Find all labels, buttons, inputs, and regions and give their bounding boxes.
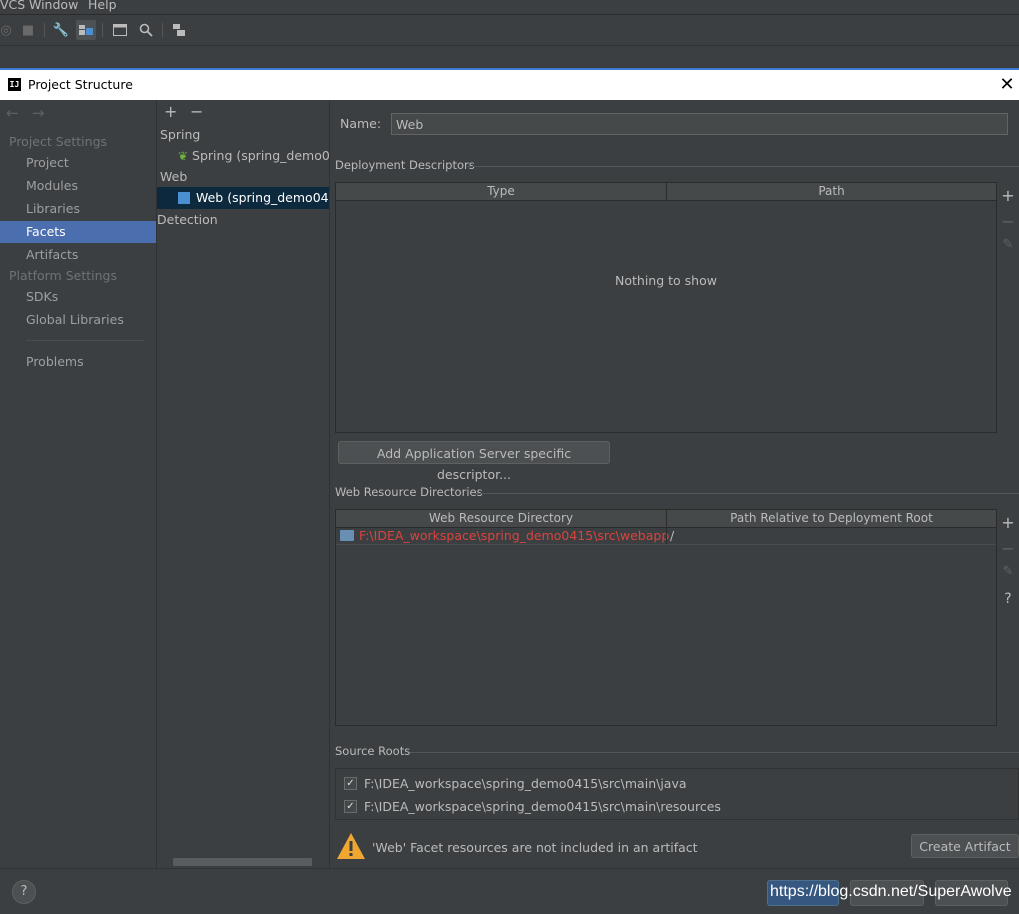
empty-table-text: Nothing to show <box>615 273 717 288</box>
watermark-text: https://blog.csdn.net/SuperAwolve <box>770 883 1012 900</box>
sidebar-item-modules[interactable]: Modules <box>0 175 156 197</box>
source-roots-title: Source Roots <box>335 744 411 758</box>
add-facet-button[interactable]: + <box>164 102 177 121</box>
menu-window[interactable]: Window <box>29 0 78 12</box>
menu-vcs[interactable]: VCS <box>0 0 25 12</box>
name-field[interactable] <box>391 113 1008 135</box>
help-question-icon[interactable]: ? <box>1001 591 1015 607</box>
column-type[interactable]: Type <box>336 183 667 200</box>
web-resource-directories-table[interactable]: Web Resource Directory Path Relative to … <box>335 509 997 726</box>
sidebar-item-artifacts[interactable]: Artifacts <box>0 244 156 266</box>
menu-bar: VCS Window Help <box>0 0 1019 14</box>
sidebar-item-global-libraries[interactable]: Global Libraries <box>0 309 156 331</box>
project-structure-icon[interactable] <box>76 20 96 40</box>
tree-item-detection[interactable]: Detection <box>157 209 329 231</box>
tree-item-web-facet[interactable]: Web (spring_demo0415 <box>157 187 329 209</box>
stop-icon[interactable]: ■ <box>18 20 38 40</box>
terminal-icon[interactable] <box>110 20 130 40</box>
resource-dirs-toolbar: + − ✎ ? <box>997 509 1019 726</box>
column-web-resource-directory[interactable]: Web Resource Directory <box>336 510 667 527</box>
table-header: Web Resource Directory Path Relative to … <box>336 510 996 528</box>
run-icon[interactable]: ◎ <box>0 20 16 40</box>
deployment-descriptors-title: Deployment Descriptors <box>335 158 475 172</box>
sidebar-item-project[interactable]: Project <box>0 152 156 174</box>
warning-icon <box>336 832 366 863</box>
relative-path-value[interactable]: / <box>670 528 674 543</box>
wrench-icon[interactable]: 🔧 <box>51 20 71 40</box>
section-divider <box>410 752 1019 753</box>
sidebar-item-problems[interactable]: Problems <box>0 351 156 373</box>
sidebar-item-sdks[interactable]: SDKs <box>0 286 156 308</box>
help-button[interactable]: ? <box>12 880 36 904</box>
project-settings-header: Project Settings <box>9 134 108 149</box>
spring-leaf-icon: ❦ <box>178 149 189 163</box>
name-label: Name: <box>340 116 382 131</box>
tree-item-label: Spring (spring_demo04 <box>192 148 329 163</box>
warning-text: 'Web' Facet resources are not included i… <box>372 840 698 855</box>
source-root-path: F:\IDEA_workspace\spring_demo0415\src\ma… <box>364 799 721 814</box>
search-icon[interactable] <box>136 20 156 40</box>
deployment-descriptors-table[interactable]: Type Path Nothing to show <box>335 182 997 433</box>
descriptor-toolbar: + − ✎ <box>997 182 1019 433</box>
source-root-checkbox[interactable]: ✓ <box>344 777 357 790</box>
cell-divider <box>666 528 667 544</box>
tree-item-spring-facet[interactable]: ❦ Spring (spring_demo04 <box>157 145 329 167</box>
web-facet-icon <box>178 192 190 204</box>
section-divider <box>474 493 1019 494</box>
forward-arrow-icon[interactable]: → <box>32 104 45 122</box>
create-artifact-button[interactable]: Create Artifact <box>911 834 1019 858</box>
dialog-title: Project Structure <box>28 77 133 92</box>
close-icon[interactable]: ✕ <box>996 74 1018 96</box>
back-arrow-icon[interactable]: ← <box>6 104 19 122</box>
folder-icon <box>340 530 354 541</box>
column-path-relative[interactable]: Path Relative to Deployment Root <box>667 510 996 527</box>
horizontal-scrollbar[interactable] <box>173 858 312 866</box>
sidebar-item-libraries[interactable]: Libraries <box>0 198 156 220</box>
sidebar-divider <box>26 340 144 341</box>
table-header: Type Path <box>336 183 996 201</box>
settings-sidebar: ← → Project Settings Project Modules Lib… <box>0 100 156 868</box>
remove-icon[interactable]: − <box>1001 539 1015 558</box>
source-root-checkbox[interactable]: ✓ <box>344 800 357 813</box>
toolbar-divider <box>102 23 103 37</box>
tree-item-label: Web (spring_demo0415 <box>195 190 329 205</box>
tree-group-spring[interactable]: Spring <box>160 124 328 146</box>
section-divider <box>467 166 1019 167</box>
tree-group-web[interactable]: Web <box>160 166 328 188</box>
ide-toolbar: ◎ ■ 🔧 <box>0 14 1019 45</box>
add-icon[interactable]: + <box>1001 513 1015 532</box>
remove-icon[interactable]: − <box>1001 212 1015 231</box>
add-server-descriptor-button[interactable]: Add Application Server specific descript… <box>338 441 610 482</box>
table-row[interactable]: F:\IDEA_workspace\spring_demo0415\src\we… <box>336 528 996 545</box>
toolbar-divider <box>162 23 163 37</box>
column-path[interactable]: Path <box>667 183 996 200</box>
platform-settings-header: Platform Settings <box>9 268 117 283</box>
dialog-titlebar[interactable]: IJ Project Structure ✕ <box>0 70 1019 100</box>
intellij-logo-icon: IJ <box>8 78 21 91</box>
web-resource-directories-title: Web Resource Directories <box>335 485 483 499</box>
ide-tab-strip <box>0 45 1019 70</box>
remove-facet-button[interactable]: − <box>190 102 203 121</box>
resource-directory-path[interactable]: F:\IDEA_workspace\spring_demo0415\src\we… <box>359 528 669 543</box>
add-icon[interactable]: + <box>1001 186 1015 205</box>
toolbar-divider <box>44 23 45 37</box>
menu-help[interactable]: Help <box>88 0 117 12</box>
source-root-path: F:\IDEA_workspace\spring_demo0415\src\ma… <box>364 776 687 791</box>
sidebar-item-facets[interactable]: Facets <box>0 221 156 243</box>
edit-pencil-icon[interactable]: ✎ <box>1001 237 1015 252</box>
vcs-icon[interactable] <box>169 20 189 40</box>
edit-pencil-icon[interactable]: ✎ <box>1001 564 1015 579</box>
